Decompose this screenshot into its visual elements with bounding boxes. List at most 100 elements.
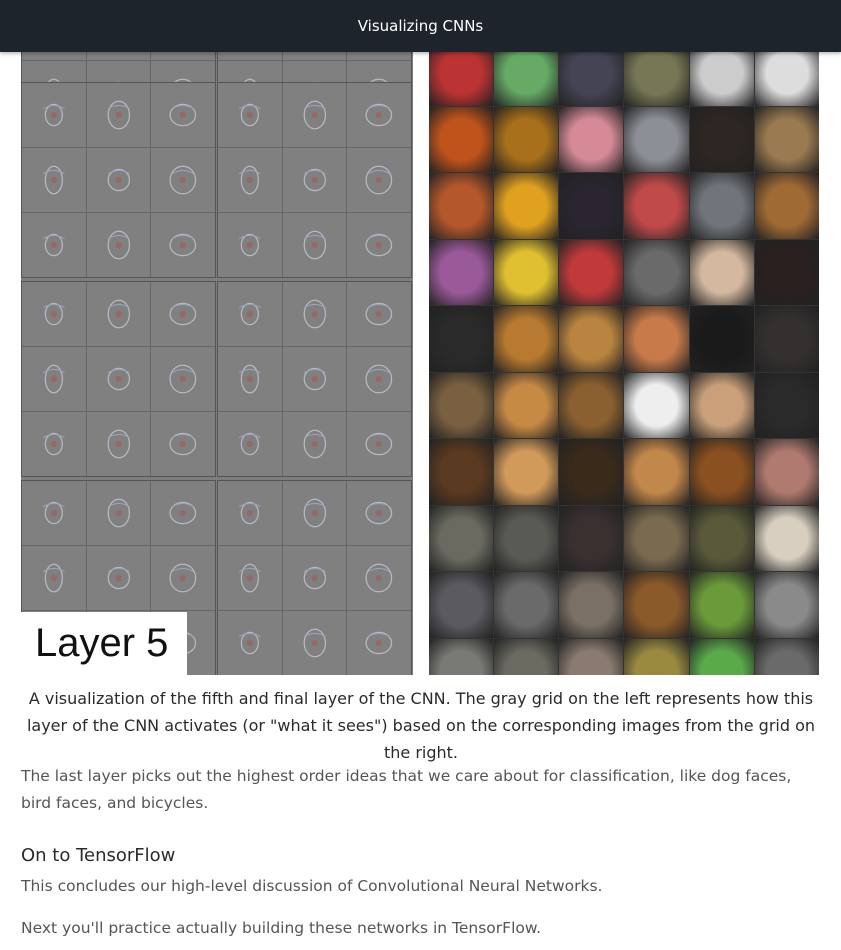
activation-cell (86, 412, 151, 476)
activation-cell (282, 148, 347, 212)
activation-cell (22, 546, 86, 610)
image-patch (494, 572, 559, 638)
image-patch (429, 372, 494, 438)
activation-cell (282, 412, 347, 476)
activation-cell (282, 611, 347, 675)
activation-cell (218, 213, 282, 277)
image-patch (429, 106, 494, 172)
activation-cell (347, 481, 411, 545)
section-heading: On to TensorFlow (21, 845, 176, 866)
image-patch (624, 505, 689, 571)
image-patch (559, 372, 624, 438)
activation-cell (218, 282, 282, 346)
activation-cell (282, 213, 347, 277)
activation-cell (86, 213, 151, 277)
figure-caption: A visualization of the fifth and final l… (26, 689, 816, 762)
image-patch (559, 505, 624, 571)
image-patch (754, 505, 819, 571)
image-patch (689, 239, 754, 305)
activation-cell (218, 611, 282, 675)
activation-cell (218, 347, 282, 411)
activation-cell (218, 546, 282, 610)
activation-cell (22, 213, 86, 277)
activation-cell (347, 347, 411, 411)
image-patch (624, 372, 689, 438)
image-patch (624, 572, 689, 638)
image-patch (429, 173, 494, 239)
activation-block (217, 480, 412, 675)
image-patch (494, 306, 559, 372)
activation-cell (22, 83, 86, 147)
activation-cell (151, 83, 215, 147)
image-patch (494, 239, 559, 305)
activation-cell (151, 347, 215, 411)
activation-cell (22, 481, 86, 545)
activation-cell (218, 83, 282, 147)
image-patch (754, 439, 819, 505)
activation-cell (282, 83, 347, 147)
activation-cell (151, 546, 215, 610)
image-patch (689, 638, 754, 675)
image-patch (689, 306, 754, 372)
activation-cell (347, 213, 411, 277)
image-patch (494, 638, 559, 675)
activation-cell (218, 412, 282, 476)
image-patch (494, 173, 559, 239)
image-patch (429, 572, 494, 638)
body-paragraph: The last layer picks out the highest ord… (21, 767, 792, 812)
activation-cell (86, 546, 151, 610)
activation-cell (347, 546, 411, 610)
image-patch (429, 505, 494, 571)
activation-cell (282, 347, 347, 411)
activation-cell (86, 148, 151, 212)
layer5-visualization-figure: Layer 5 (21, 40, 819, 675)
image-patch-grid (429, 40, 819, 675)
image-patch (559, 306, 624, 372)
activation-cell (282, 282, 347, 346)
image-patch (754, 638, 819, 675)
activation-cell (22, 412, 86, 476)
image-patch (624, 439, 689, 505)
image-patch (624, 638, 689, 675)
activation-cell (22, 347, 86, 411)
activation-cell (22, 282, 86, 346)
image-patch (689, 173, 754, 239)
activation-grid (21, 40, 413, 675)
activation-cell (347, 148, 411, 212)
image-patch (624, 239, 689, 305)
activation-cell (151, 412, 215, 476)
image-patch (689, 572, 754, 638)
page-title: Visualizing CNNs (357, 17, 484, 35)
image-patch (429, 439, 494, 505)
activation-cell (151, 282, 215, 346)
activation-cell (86, 282, 151, 346)
activation-cell (151, 481, 215, 545)
image-patch (754, 572, 819, 638)
image-patch (624, 173, 689, 239)
activation-cell (282, 481, 347, 545)
section-paragraph-2: Next you'll practice actually building t… (21, 919, 542, 937)
activation-cell (347, 611, 411, 675)
activation-cell (218, 148, 282, 212)
image-patch (429, 638, 494, 675)
image-patch (494, 505, 559, 571)
image-patch (559, 638, 624, 675)
image-patch (559, 106, 624, 172)
activation-cell (22, 148, 86, 212)
image-patch (754, 306, 819, 372)
image-patch (624, 306, 689, 372)
image-patch (559, 239, 624, 305)
activation-cell (347, 282, 411, 346)
image-patch (689, 372, 754, 438)
section-paragraph-1: This concludes our high-level discussion… (21, 877, 603, 895)
activation-block (21, 281, 216, 477)
activation-cell (86, 347, 151, 411)
image-patch (559, 173, 624, 239)
activation-cell (86, 481, 151, 545)
activation-cell (347, 412, 411, 476)
image-patch (494, 439, 559, 505)
activation-cell (151, 148, 215, 212)
image-patch (429, 239, 494, 305)
image-patch (754, 173, 819, 239)
activation-cell (347, 83, 411, 147)
